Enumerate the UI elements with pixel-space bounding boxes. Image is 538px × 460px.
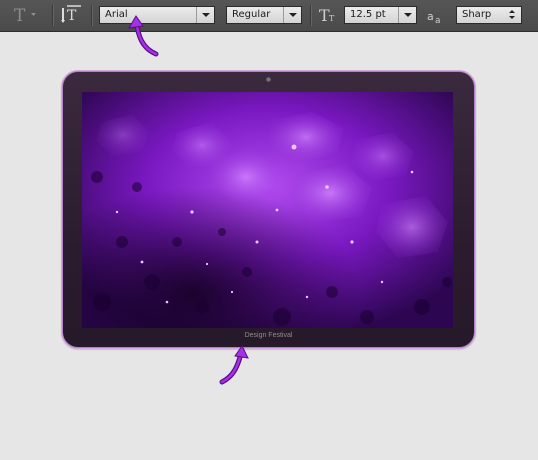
options-bar: T T Arial Regular T T 12.5 pt a a Sharp [0,0,538,32]
svg-text:a: a [435,16,441,26]
svg-text:a: a [427,10,434,23]
svg-text:T: T [67,8,77,24]
antialias-icon: a a [425,6,447,30]
annotation-arrow-icon [219,345,249,385]
svg-text:T: T [14,6,26,26]
font-family-value: Arial [105,9,128,20]
antialias-value: Sharp [462,9,492,20]
font-style-value: Regular [232,9,271,20]
chevron-down-icon [196,7,214,23]
antialias-dropdown[interactable]: Sharp [456,6,522,24]
device-label: Design Festival [244,332,293,339]
text-tool-icon[interactable]: T [9,4,39,30]
chevron-down-icon [283,7,301,23]
chevron-down-icon [398,7,416,23]
font-size-value: 12.5 pt [350,9,386,20]
tablet-mockup[interactable]: Design Festival [62,71,475,348]
up-down-arrows-icon [504,7,521,23]
svg-text:T: T [329,14,335,23]
text-orientation-icon[interactable]: T [60,4,84,30]
font-size-dropdown[interactable]: 12.5 pt [344,6,417,24]
font-style-dropdown[interactable]: Regular [226,6,302,24]
camera-icon [266,77,271,82]
tablet-screen-image [82,92,453,328]
font-size-icon: T T [317,4,337,30]
annotation-arrow-icon [128,15,159,57]
